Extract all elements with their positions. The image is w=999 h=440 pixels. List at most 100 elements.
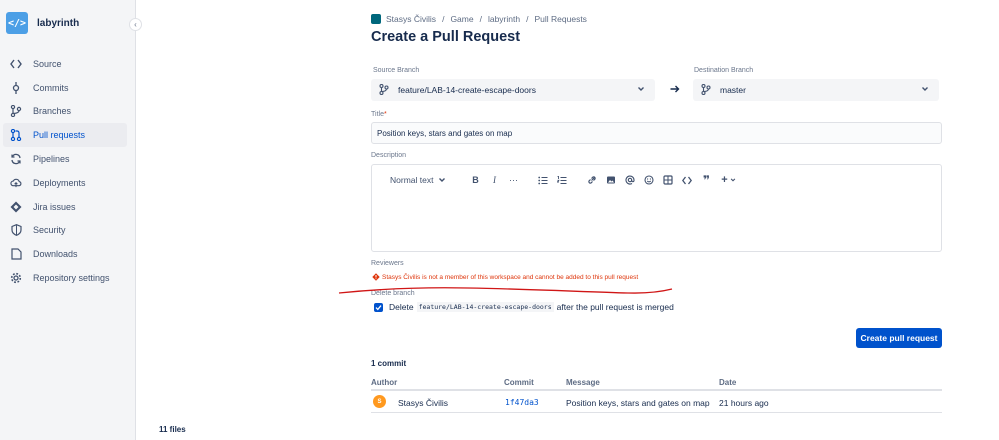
delete-branch-prefix: Delete: [389, 302, 414, 312]
title-input[interactable]: Position keys, stars and gates on map: [371, 122, 942, 144]
destination-branch-value: master: [720, 85, 746, 95]
emoji-button[interactable]: [642, 173, 656, 187]
page-title: Create a Pull Request: [371, 29, 521, 45]
insert-more-button[interactable]: +: [718, 173, 738, 187]
sidebar-item-source[interactable]: Source: [0, 52, 136, 76]
destination-branch-select[interactable]: master: [693, 79, 939, 101]
jira-icon: [10, 201, 22, 213]
avatar: S: [373, 395, 386, 408]
quote-button[interactable]: ❞: [699, 173, 713, 187]
mention-button[interactable]: [623, 173, 637, 187]
numbered-list-icon: [557, 175, 567, 184]
sidebar-item-label: Downloads: [33, 249, 78, 260]
text-style-value: Normal text: [390, 175, 434, 185]
reviewers-label: Reviewers: [371, 260, 404, 267]
chevron-down-icon: [921, 85, 929, 95]
commits-table: Author Commit Message Date S Stasys Čivi…: [371, 373, 942, 413]
code-icon: [682, 176, 693, 184]
image-icon: [607, 176, 616, 184]
sidebar-item-downloads[interactable]: Downloads: [0, 242, 136, 266]
image-button[interactable]: [604, 173, 618, 187]
code-icon: [10, 58, 22, 70]
plus-icon: +: [721, 174, 728, 186]
branch-icon: [701, 83, 711, 97]
source-branch-select[interactable]: feature/LAB-14-create-escape-doors: [371, 79, 655, 101]
files-count[interactable]: 11 files: [159, 425, 186, 434]
sidebar-item-label: Jira issues: [33, 201, 76, 212]
commit-count: 1 commit: [371, 359, 407, 368]
mention-icon: [625, 175, 636, 185]
sidebar-item-pull-requests[interactable]: Pull requests: [3, 123, 127, 148]
arrow-right-icon: [670, 85, 680, 93]
table-header: Author Commit Message Date: [371, 373, 942, 391]
reviewers-error-text: Stasys Čivilis is not a member of this w…: [382, 273, 639, 281]
repo-logo-icon: </>: [6, 12, 28, 34]
shield-icon: [10, 224, 22, 237]
sidebar-item-label: Repository settings: [33, 273, 110, 284]
breadcrumb-project[interactable]: Game: [450, 14, 473, 24]
sidebar-item-label: Pull requests: [33, 130, 86, 141]
title-label-text: Title: [371, 111, 384, 118]
bold-button[interactable]: B: [468, 173, 482, 187]
table-button[interactable]: [661, 173, 675, 187]
bullet-list-button[interactable]: [536, 173, 550, 187]
gear-icon: [10, 272, 22, 284]
delete-branch-code: feature/LAB-14-create-escape-doors: [416, 302, 554, 312]
pipelines-icon: [10, 153, 22, 165]
collapse-sidebar-button[interactable]: ‹: [129, 18, 142, 31]
breadcrumb-separator: /: [526, 14, 529, 24]
sidebar-item-label: Deployments: [33, 177, 86, 188]
sidebar-item-branches[interactable]: Branches: [0, 100, 136, 124]
description-editor[interactable]: Normal text B I ··· ❞ +: [371, 164, 942, 252]
column-header-author: Author: [371, 378, 398, 387]
emoji-icon: [644, 175, 655, 185]
required-mark: *: [383, 111, 387, 118]
bullet-list-icon: [538, 176, 548, 184]
breadcrumb-separator: /: [479, 14, 482, 24]
sidebar-nav: Source Commits Branches Pull requests Pi…: [0, 52, 136, 290]
commit-hash-link[interactable]: 1f47da3: [505, 398, 539, 407]
delete-branch-checkbox[interactable]: [374, 302, 383, 312]
column-header-commit: Commit: [504, 378, 534, 387]
reviewers-error: Stasys Čivilis is not a member of this w…: [372, 273, 638, 281]
sidebar-item-jira-issues[interactable]: Jira issues: [0, 195, 136, 219]
repo-header[interactable]: </> labyrinth: [6, 12, 79, 34]
destination-branch-label: Destination Branch: [694, 67, 754, 74]
link-icon: [588, 176, 597, 184]
sidebar-item-label: Commits: [33, 82, 69, 93]
table-row: S Stasys Čivilis 1f47da3 Position keys, …: [371, 391, 942, 413]
chevron-down-icon: [439, 178, 446, 182]
link-button[interactable]: [585, 173, 599, 187]
sidebar-item-repository-settings[interactable]: Repository settings: [0, 266, 136, 290]
chevron-down-icon: [730, 178, 735, 182]
sidebar-item-label: Branches: [33, 106, 72, 117]
sidebar-item-label: Security: [33, 225, 66, 236]
download-icon: [10, 248, 22, 260]
commit-author: Stasys Čivilis: [398, 398, 449, 408]
text-style-dropdown[interactable]: Normal text: [390, 175, 446, 185]
sidebar-item-pipelines[interactable]: Pipelines: [0, 147, 136, 171]
more-formatting-button[interactable]: ···: [506, 173, 520, 187]
commit-icon: [10, 81, 22, 94]
description-label: Description: [371, 152, 407, 159]
create-pull-request-button[interactable]: Create pull request: [856, 328, 942, 348]
breadcrumb-repo[interactable]: labyrinth: [488, 14, 520, 24]
sidebar-item-label: Source: [33, 58, 62, 69]
sidebar-item-security[interactable]: Security: [0, 219, 136, 243]
title-input-value: Position keys, stars and gates on map: [377, 128, 513, 138]
title-label: Title*: [371, 111, 387, 118]
code-button[interactable]: [680, 173, 694, 187]
cloud-icon: [10, 177, 22, 189]
error-icon: [372, 273, 380, 281]
numbered-list-button[interactable]: [555, 173, 569, 187]
check-icon: [375, 304, 382, 310]
italic-button[interactable]: I: [487, 173, 501, 187]
breadcrumb-workspace[interactable]: Stasys Čivilis: [386, 14, 436, 24]
branch-icon: [379, 83, 389, 97]
repo-name: labyrinth: [37, 17, 80, 29]
sidebar-item-commits[interactable]: Commits: [0, 76, 136, 100]
sidebar-item-deployments[interactable]: Deployments: [0, 171, 136, 195]
column-header-message: Message: [566, 378, 600, 387]
editor-toolbar: Normal text B I ··· ❞ +: [390, 173, 743, 187]
breadcrumb-section[interactable]: Pull Requests: [534, 14, 586, 24]
